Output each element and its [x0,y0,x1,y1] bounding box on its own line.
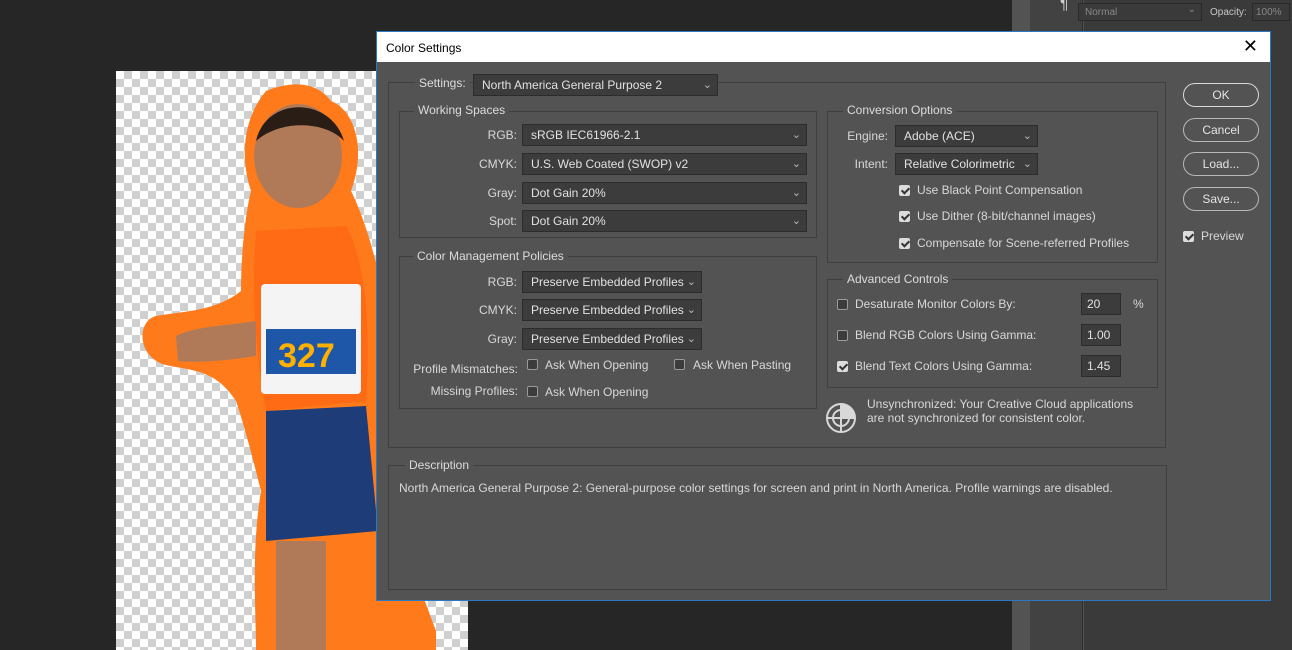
preview-label: Preview [1201,229,1244,243]
profile-mismatches-label: Profile Mismatches: [413,362,518,376]
scene-referred-label: Compensate for Scene-referred Profiles [917,236,1130,250]
blend-mode-select[interactable]: Normal [1078,1,1202,21]
sync-status-icon [826,403,856,433]
blend-text-checkbox[interactable] [837,361,848,372]
blend-rgb-label: Blend RGB Colors Using Gamma: [855,328,1037,342]
black-point-checkbox[interactable] [899,185,910,196]
dialog-title: Color Settings [386,41,462,55]
policy-rgb-label: RGB: [487,275,517,289]
desaturate-label: Desaturate Monitor Colors By: [855,297,1016,311]
intent-label: Intent: [854,157,888,171]
dither-checkbox[interactable] [899,211,910,222]
opacity-label: Opacity: [1210,7,1247,18]
chevron-down-icon: ⌄ [791,215,801,227]
description-text: North America General Purpose 2: General… [399,481,1113,495]
policy-rgb-select[interactable]: Preserve Embedded Profiles ⌄ [522,271,702,293]
close-icon[interactable]: ✕ [1243,36,1258,57]
chevron-down-icon: ⌄ [791,187,801,199]
blend-text-label: Blend Text Colors Using Gamma: [855,359,1033,373]
desaturate-unit: % [1133,297,1144,311]
ws-gray-select[interactable]: Dot Gain 20% ⌄ [522,182,807,204]
ws-cmyk-select[interactable]: U.S. Web Coated (SWOP) v2 ⌄ [522,153,807,175]
desaturate-checkbox[interactable] [837,299,848,310]
ws-spot-select[interactable]: Dot Gain 20% ⌄ [522,210,807,232]
ws-rgb-select[interactable]: sRGB IEC61966-2.1 ⌄ [522,124,807,146]
engine-select[interactable]: Adobe (ACE) ⌄ [895,125,1038,147]
intent-select[interactable]: Relative Colorimetric ⌄ [895,153,1038,175]
missing-ask-when-opening-checkbox[interactable] [527,386,538,397]
svg-text:327: 327 [278,337,335,375]
blend-rgb-input[interactable]: 1.00 [1081,324,1121,346]
ws-spot-label: Spot: [488,214,517,228]
sync-message-line2: are not synchronized for consistent colo… [867,411,1086,425]
scene-referred-checkbox[interactable] [899,238,910,249]
black-point-label: Use Black Point Compensation [917,183,1083,197]
advanced-controls-legend: Advanced Controls [843,272,953,286]
ok-button[interactable]: OK [1183,83,1259,107]
paragraph-icon[interactable]: ¶ [1060,0,1069,14]
settings-label: Settings: [415,76,470,90]
chevron-down-icon: ⌄ [686,276,696,288]
blend-text-input[interactable]: 1.45 [1081,355,1121,377]
chevron-down-icon: ⌄ [702,79,712,91]
sync-message-line1: Unsynchronized: Your Creative Cloud appl… [867,397,1134,411]
conversion-options-legend: Conversion Options [843,103,957,117]
chevron-down-icon: ⌄ [686,333,696,345]
policy-cmyk-label: CMYK: [478,303,517,317]
load-button[interactable]: Load... [1183,152,1259,176]
settings-preset-select[interactable]: North America General Purpose 2 ⌄ [473,74,718,96]
ws-gray-label: Gray: [487,186,517,200]
desaturate-input[interactable]: 20 [1081,293,1121,315]
blend-rgb-checkbox[interactable] [837,330,848,341]
policy-gray-select[interactable]: Preserve Embedded Profiles ⌄ [522,328,702,350]
chevron-down-icon: ⌄ [1022,130,1032,142]
policy-gray-label: Gray: [487,332,517,346]
chevron-down-icon: ⌄ [791,129,801,141]
ask-when-pasting-checkbox[interactable] [674,359,685,370]
ws-rgb-label: RGB: [487,128,517,142]
cancel-button[interactable]: Cancel [1183,118,1259,142]
missing-profiles-label: Missing Profiles: [430,384,518,398]
ask-when-opening-checkbox[interactable] [527,359,538,370]
save-button[interactable]: Save... [1183,187,1259,211]
chevron-down-icon: ⌄ [686,304,696,316]
ask-when-opening-label: Ask When Opening [545,358,649,372]
policies-legend: Color Management Policies [413,249,568,263]
policy-cmyk-select[interactable]: Preserve Embedded Profiles ⌄ [522,299,702,321]
missing-ask-when-opening-label: Ask When Opening [545,385,649,399]
chevron-down-icon: ⌄ [791,158,801,170]
preview-checkbox[interactable] [1183,231,1194,242]
description-legend: Description [405,458,474,472]
chevron-down-icon: ⌄ [1022,158,1032,170]
working-spaces-legend: Working Spaces [414,103,510,117]
color-settings-dialog: Color Settings ✕ Settings: North America… [376,31,1271,601]
engine-label: Engine: [847,129,888,143]
dialog-titlebar: Color Settings ✕ [377,32,1270,62]
dither-label: Use Dither (8-bit/channel images) [917,209,1096,223]
ws-cmyk-label: CMYK: [478,157,517,171]
ask-when-pasting-label: Ask When Pasting [693,358,792,372]
opacity-input[interactable]: 100% [1252,3,1290,21]
